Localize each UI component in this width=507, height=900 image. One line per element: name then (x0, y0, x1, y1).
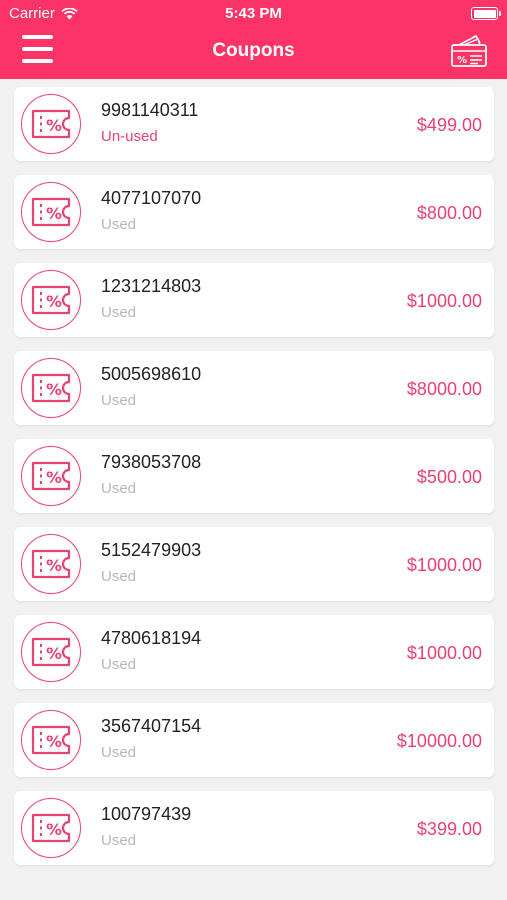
coupon-ticket-icon: % (21, 358, 81, 418)
coupon-ticket-icon: % (21, 446, 81, 506)
svg-text:%: % (46, 556, 62, 575)
coupon-card[interactable]: % 100797439 Used $399.00 (14, 791, 494, 865)
coupon-ticket-icon: % (21, 534, 81, 594)
coupon-status: Used (101, 392, 137, 409)
coupon-ticket-icon: % (21, 798, 81, 858)
coupon-code: 4077107070 (101, 188, 202, 208)
coupon-code: 5005698610 (101, 364, 202, 384)
coupon-status: Un-used (101, 128, 158, 145)
svg-text:%: % (457, 55, 467, 66)
coupon-card[interactable]: % 9981140311 Un-used $499.00 (14, 87, 494, 161)
coupon-amount: $1000.00 (406, 291, 482, 311)
coupon-card[interactable]: % 3567407154 Used $10000.00 (14, 703, 494, 777)
page-title: Coupons (212, 40, 295, 61)
status-time: 5:43 PM (225, 5, 282, 22)
coupon-code: 5152479903 (101, 540, 202, 560)
svg-text:%: % (46, 644, 62, 663)
coupon-card[interactable]: % 1231214803 Used $1000.00 (14, 263, 494, 337)
coupon-code: 100797439 (101, 804, 192, 824)
coupon-code: 7938053708 (101, 452, 202, 472)
coupon-amount: $1000.00 (406, 643, 482, 663)
coupon-amount: $10000.00 (396, 731, 482, 751)
coupon-amount: $1000.00 (406, 555, 482, 575)
coupon-status: Used (101, 744, 137, 761)
coupon-amount: $8000.00 (406, 379, 482, 399)
coupon-card[interactable]: % 7938053708 Used $500.00 (14, 439, 494, 513)
coupon-status: Used (101, 304, 137, 321)
coupon-status: Used (101, 656, 137, 673)
coupon-status: Used (101, 568, 137, 585)
coupon-ticket-icon: % (21, 270, 81, 330)
svg-text:%: % (46, 820, 62, 839)
coupon-ticket-icon: % (21, 622, 81, 682)
coupon-amount: $500.00 (416, 467, 482, 487)
coupon-card[interactable]: % 4077107070 Used $800.00 (14, 175, 494, 249)
svg-text:%: % (46, 116, 62, 135)
svg-text:%: % (46, 204, 62, 223)
coupon-code: 1231214803 (101, 276, 202, 296)
coupon-ticket-icon: % (21, 182, 81, 242)
coupon-code: 3567407154 (101, 716, 202, 736)
top-bar: Carrier 5:43 PM Coupons % (0, 0, 507, 79)
coupon-card[interactable]: % 4780618194 Used $1000.00 (14, 615, 494, 689)
coupon-amount: $800.00 (416, 203, 482, 223)
svg-text:%: % (46, 732, 62, 751)
svg-text:%: % (46, 292, 62, 311)
svg-text:%: % (46, 468, 62, 487)
coupon-code: 4780618194 (101, 628, 202, 648)
coupon-status: Used (101, 480, 137, 497)
navigation-bar: Coupons % (0, 26, 507, 79)
coupon-card-icon[interactable]: % (449, 31, 489, 71)
coupon-ticket-icon: % (21, 710, 81, 770)
status-bar: Carrier 5:43 PM (0, 0, 507, 26)
coupon-amount: $499.00 (416, 115, 482, 135)
svg-text:%: % (46, 380, 62, 399)
coupon-card[interactable]: % 5005698610 Used $8000.00 (14, 351, 494, 425)
coupon-ticket-icon: % (21, 94, 81, 154)
coupon-card[interactable]: % 5152479903 Used $1000.00 (14, 527, 494, 601)
coupon-amount: $399.00 (416, 819, 482, 839)
battery-icon (471, 7, 501, 20)
coupon-status: Used (101, 216, 137, 233)
coupon-status: Used (101, 832, 137, 849)
coupon-code: 9981140311 (101, 100, 199, 120)
